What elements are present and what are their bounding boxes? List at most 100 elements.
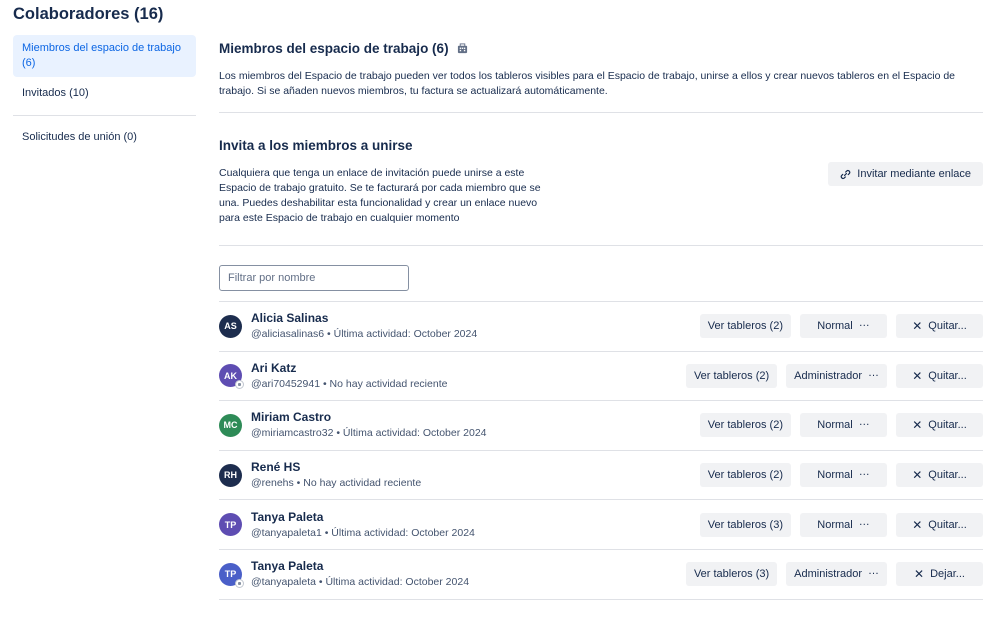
link-icon	[840, 169, 851, 180]
member-text: Ari Katz @ari70452941 • No hay actividad…	[251, 361, 447, 391]
remove-member-button[interactable]: ✕ Quitar...	[896, 512, 983, 537]
member-name[interactable]: Alicia Salinas	[251, 311, 477, 326]
member-meta: @tanyapaleta1 • Última actividad: Octobe…	[251, 526, 475, 539]
avatar-initials: MC	[223, 420, 238, 431]
avatar[interactable]: AK	[219, 364, 244, 390]
member-meta: @renehs • No hay actividad reciente	[251, 477, 422, 490]
close-icon: ✕	[912, 418, 923, 433]
remove-member-button[interactable]: ✕ Quitar...	[896, 314, 983, 339]
admin-badge-icon	[235, 578, 244, 588]
members-section-title-text: Miembros del espacio de trabajo (6)	[219, 40, 449, 56]
view-boards-button[interactable]: Ver tableros (2)	[699, 314, 791, 339]
invite-via-link-button[interactable]: Invitar mediante enlace	[828, 162, 983, 186]
role-label: Administrador	[794, 568, 862, 581]
remove-label: Quitar...	[928, 320, 967, 333]
member-row: TP Tanya Paleta @tanyapaleta1 • Última a…	[219, 500, 983, 550]
member-meta: @tanyapaleta • Última actividad: October…	[251, 576, 470, 589]
member-actions: Ver tableros (2) Normal … ✕ Quitar...	[699, 463, 983, 488]
member-row: MC Miriam Castro @miriamcastro32 • Últim…	[219, 401, 983, 451]
avatar-initials: TP	[224, 569, 237, 580]
avatar-initials: AK	[224, 370, 237, 381]
role-label: Normal	[817, 518, 853, 531]
role-label: Normal	[817, 419, 853, 432]
member-text: René HS @renehs • No hay actividad recie…	[251, 460, 421, 490]
remove-label: Quitar...	[928, 419, 967, 432]
role-dropdown-button[interactable]: Administrador…	[786, 363, 887, 388]
avatar-initials: AS	[224, 321, 237, 332]
role-label: Normal	[817, 320, 853, 333]
member-name[interactable]: Ari Katz	[251, 361, 447, 376]
section-divider	[219, 245, 983, 246]
role-dropdown-button[interactable]: Administrador …	[786, 562, 887, 587]
avatar-initials: TP	[224, 519, 237, 530]
remove-label: Quitar...	[928, 469, 967, 482]
member-text: Tanya Paleta @tanyapaleta • Última activ…	[251, 559, 469, 589]
members-section-description: Los miembros del Espacio de trabajo pued…	[219, 70, 955, 97]
member-row: TP Tanya Paleta @tanyapaleta • Última ac…	[219, 550, 983, 600]
member-actions: Ver tableros (3) Administrador … ✕ Dejar..…	[685, 562, 983, 587]
role-dropdown-button[interactable]: Normal …	[800, 512, 887, 537]
remove-label: Quitar...	[928, 369, 967, 382]
member-info: AS Alicia Salinas @aliciasalinas6 • Últi…	[219, 311, 477, 341]
avatar[interactable]: TP	[219, 562, 244, 588]
member-text: Tanya Paleta @tanyapaleta1 • Última acti…	[251, 510, 475, 540]
invite-row: Cualquiera que tenga un enlace de invita…	[219, 162, 983, 226]
view-boards-button[interactable]: Ver tableros (3)	[699, 512, 791, 537]
sidebar-item-join-requests[interactable]: Solicitudes de unión (0)	[13, 124, 196, 151]
member-meta: @aliciasalinas6 • Última actividad: Octo…	[251, 328, 478, 341]
avatar[interactable]: AS	[219, 314, 242, 338]
view-boards-button[interactable]: Ver tableros (2)	[685, 363, 778, 388]
close-icon: ✕	[914, 567, 925, 582]
view-boards-button[interactable]: Ver tableros (2)	[699, 413, 791, 438]
invite-via-link-label: Invitar mediante enlace	[857, 168, 971, 180]
sidebar-item-guests[interactable]: Invitados (10)	[13, 80, 196, 107]
leave-workspace-button[interactable]: ✕ Dejar...	[896, 562, 983, 587]
member-name[interactable]: Tanya Paleta	[251, 559, 469, 574]
ellipsis-icon: …	[858, 515, 870, 528]
member-actions: Ver tableros (2) Administrador … ✕ Quitar.…	[685, 363, 983, 388]
page-title: Colaboradores (16)	[13, 5, 164, 23]
member-text: Miriam Castro @miriamcastro32 • Última a…	[251, 410, 487, 440]
avatar-initials: RH	[224, 470, 237, 481]
ellipsis-icon: …	[868, 565, 879, 578]
close-icon: ✕	[912, 319, 923, 334]
member-name[interactable]: Tanya Paleta	[251, 510, 475, 525]
remove-label: Quitar...	[928, 518, 967, 531]
ellipsis-icon: …	[858, 317, 870, 330]
ellipsis-icon: …	[868, 366, 879, 379]
sidebar-nav: Miembros del espacio de trabajo (6) Invi…	[13, 35, 196, 151]
role-dropdown-button[interactable]: Normal…	[800, 463, 887, 488]
remove-member-button[interactable]: ✕ Quitar...	[896, 463, 983, 488]
remove-member-button[interactable]: ✕ Quitar...	[896, 363, 983, 388]
avatar[interactable]: RH	[219, 463, 242, 487]
member-row: AS Alicia Salinas @aliciasalinas6 • Últi…	[219, 302, 983, 352]
members-section: Miembros del espacio de trabajo (6) Los …	[219, 37, 983, 99]
role-dropdown-button[interactable]: Normal …	[800, 413, 887, 438]
member-info: RH René HS @renehs • No hay actividad re…	[219, 460, 421, 490]
view-boards-button[interactable]: Ver tableros (3)	[685, 562, 778, 587]
members-section-title: Miembros del espacio de trabajo (6)	[219, 37, 983, 59]
member-meta: @miriamcastro32 • Última actividad: Octo…	[251, 427, 487, 440]
ellipsis-icon: …	[858, 416, 870, 429]
member-row: RH René HS @renehs • No hay actividad re…	[219, 451, 983, 501]
remove-member-button[interactable]: ✕ Quitar...	[896, 413, 983, 438]
filter-by-name-input[interactable]	[219, 265, 409, 291]
avatar[interactable]: TP	[219, 513, 242, 537]
sidebar-item-workspace-members[interactable]: Miembros del espacio de trabajo (6)	[13, 35, 196, 77]
member-row: AK Ari Katz @ari70452941 • No hay activi…	[219, 352, 983, 402]
member-actions: Ver tableros (3) Normal … ✕ Quitar...	[699, 512, 983, 537]
invite-section-title: Invita a los miembros a unirse	[219, 137, 413, 153]
member-info: TP Tanya Paleta @tanyapaleta • Última ac…	[219, 559, 469, 589]
member-info: TP Tanya Paleta @tanyapaleta1 • Última a…	[219, 510, 475, 540]
invite-section: Invita a los miembros a unirse Cualquier…	[219, 134, 983, 226]
sidebar-divider	[13, 115, 196, 116]
member-name[interactable]: Miriam Castro	[251, 410, 487, 425]
member-text: Alicia Salinas @aliciasalinas6 • Última …	[251, 311, 477, 341]
view-boards-button[interactable]: Ver tableros (2)	[699, 463, 791, 488]
close-icon: ✕	[912, 468, 923, 483]
close-icon: ✕	[912, 517, 923, 532]
member-list: AS Alicia Salinas @aliciasalinas6 • Últi…	[219, 302, 983, 600]
member-name[interactable]: René HS	[251, 460, 421, 475]
role-dropdown-button[interactable]: Normal …	[800, 314, 887, 339]
avatar[interactable]: MC	[219, 413, 242, 437]
